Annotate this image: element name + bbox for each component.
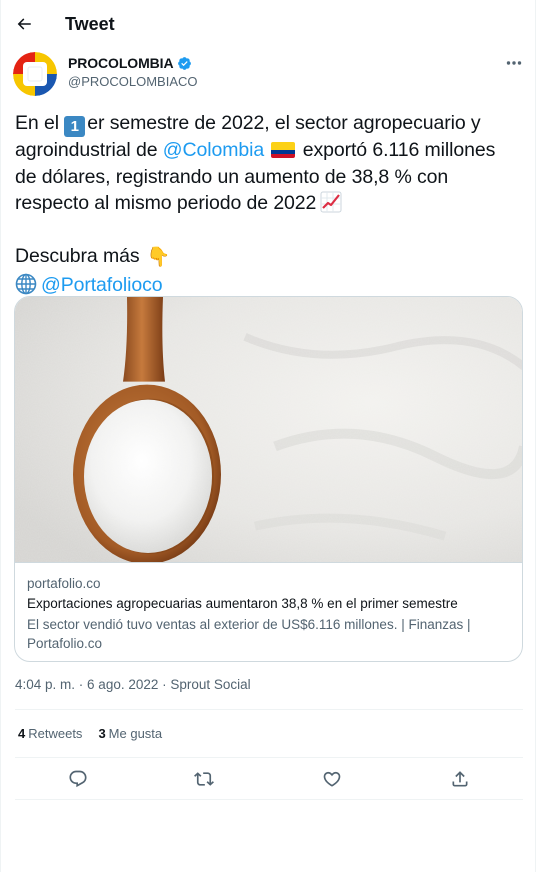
reply-button[interactable] xyxy=(65,766,91,792)
more-dots-icon xyxy=(506,61,522,65)
arrow-left-icon xyxy=(17,18,31,30)
tweet-line: En el 1 er semestre de 2022, el sector ag… xyxy=(15,110,527,137)
like-button[interactable] xyxy=(319,766,345,792)
verified-badge-icon xyxy=(178,56,192,70)
tweet-action-bar xyxy=(1,760,537,796)
likes-stat[interactable]: 3 Me gusta xyxy=(98,726,162,741)
share-icon xyxy=(452,771,468,787)
card-title: Exportaciones agropecuarias aumentaron 3… xyxy=(27,596,458,611)
retweet-button[interactable] xyxy=(191,766,217,792)
tweet-time-link[interactable]: 4:04 p. m. xyxy=(15,677,75,692)
chart-increasing-emoji-icon xyxy=(320,191,342,213)
tweet-source-link[interactable]: Sprout Social xyxy=(170,677,250,692)
more-options-button[interactable] xyxy=(501,53,527,73)
procolombia-logo-icon xyxy=(13,52,57,96)
tweet-line: agroindustrial de @Colombia exportó 6.11… xyxy=(15,137,527,164)
card-description: El sector vendió tuvo ventas al exterior… xyxy=(27,617,471,651)
divider xyxy=(15,799,523,800)
tweet-timestamp: 4:04 p. m. · 6 ago. 2022 · Sprout Social xyxy=(15,677,251,692)
author-handle[interactable]: @PROCOLOMBIACO xyxy=(68,74,198,89)
tweet-line: @Portafolioco xyxy=(15,272,527,299)
text-segment: agroindustrial de xyxy=(15,139,163,161)
link-preview-card[interactable]: portafolio.co Exportaciones agropecuaria… xyxy=(14,296,523,662)
retweet-icon xyxy=(194,772,214,786)
retweets-label: Retweets xyxy=(28,726,83,741)
tweet-page: Tweet PROCOLOMBIA @PROCOLOMBIACO En el 1… xyxy=(0,0,536,872)
card-image-sugar-spoon xyxy=(15,297,522,563)
share-button[interactable] xyxy=(447,766,473,792)
tweet-stats: 4 Retweets 3 Me gusta xyxy=(18,726,162,741)
tweet-date-link[interactable]: 6 ago. 2022 xyxy=(87,677,158,692)
author-name[interactable]: PROCOLOMBIA xyxy=(68,55,192,71)
card-domain: portafolio.co xyxy=(27,576,101,591)
avatar[interactable] xyxy=(13,52,57,96)
keycap-one-emoji-icon: 1 xyxy=(64,116,86,137)
tweet-line: Descubra más 👇 xyxy=(15,243,527,272)
separator: · xyxy=(158,677,171,692)
text-segment: er semestre de 2022, el sector agropecua… xyxy=(87,112,481,134)
back-button[interactable] xyxy=(10,10,38,38)
globe-emoji-icon xyxy=(15,273,37,294)
mention-colombia-link[interactable]: @Colombia xyxy=(163,139,264,161)
divider xyxy=(15,757,523,758)
tweet-line: respecto al mismo periodo de 2022 xyxy=(15,190,527,217)
pointing-down-emoji-icon: 👇 xyxy=(146,247,171,268)
likes-count: 3 xyxy=(98,726,106,741)
separator: · xyxy=(75,677,88,692)
card-body: portafolio.co Exportaciones agropecuaria… xyxy=(27,574,515,653)
retweets-count: 4 xyxy=(18,726,26,741)
tweet-text: En el 1 er semestre de 2022, el sector ag… xyxy=(15,110,527,298)
divider xyxy=(15,709,523,710)
text-segment: exportó 6.116 millones xyxy=(297,139,496,161)
colombia-flag-emoji-icon xyxy=(271,142,296,158)
reply-icon xyxy=(69,770,87,788)
page-title: Tweet xyxy=(65,14,115,34)
mention-portafolioco-link[interactable]: @Portafolioco xyxy=(41,274,163,296)
tweet-line: de dólares, registrando un aumento de 38… xyxy=(15,165,449,188)
text-segment: En el xyxy=(15,112,65,134)
text-segment: respecto al mismo periodo de 2022 xyxy=(15,192,317,214)
author-name-text: PROCOLOMBIA xyxy=(68,55,174,71)
likes-label: Me gusta xyxy=(108,726,163,741)
like-icon xyxy=(323,771,341,787)
page-header: Tweet xyxy=(1,0,537,50)
retweets-stat[interactable]: 4 Retweets xyxy=(18,726,82,741)
text-segment: Descubra más xyxy=(15,245,140,267)
